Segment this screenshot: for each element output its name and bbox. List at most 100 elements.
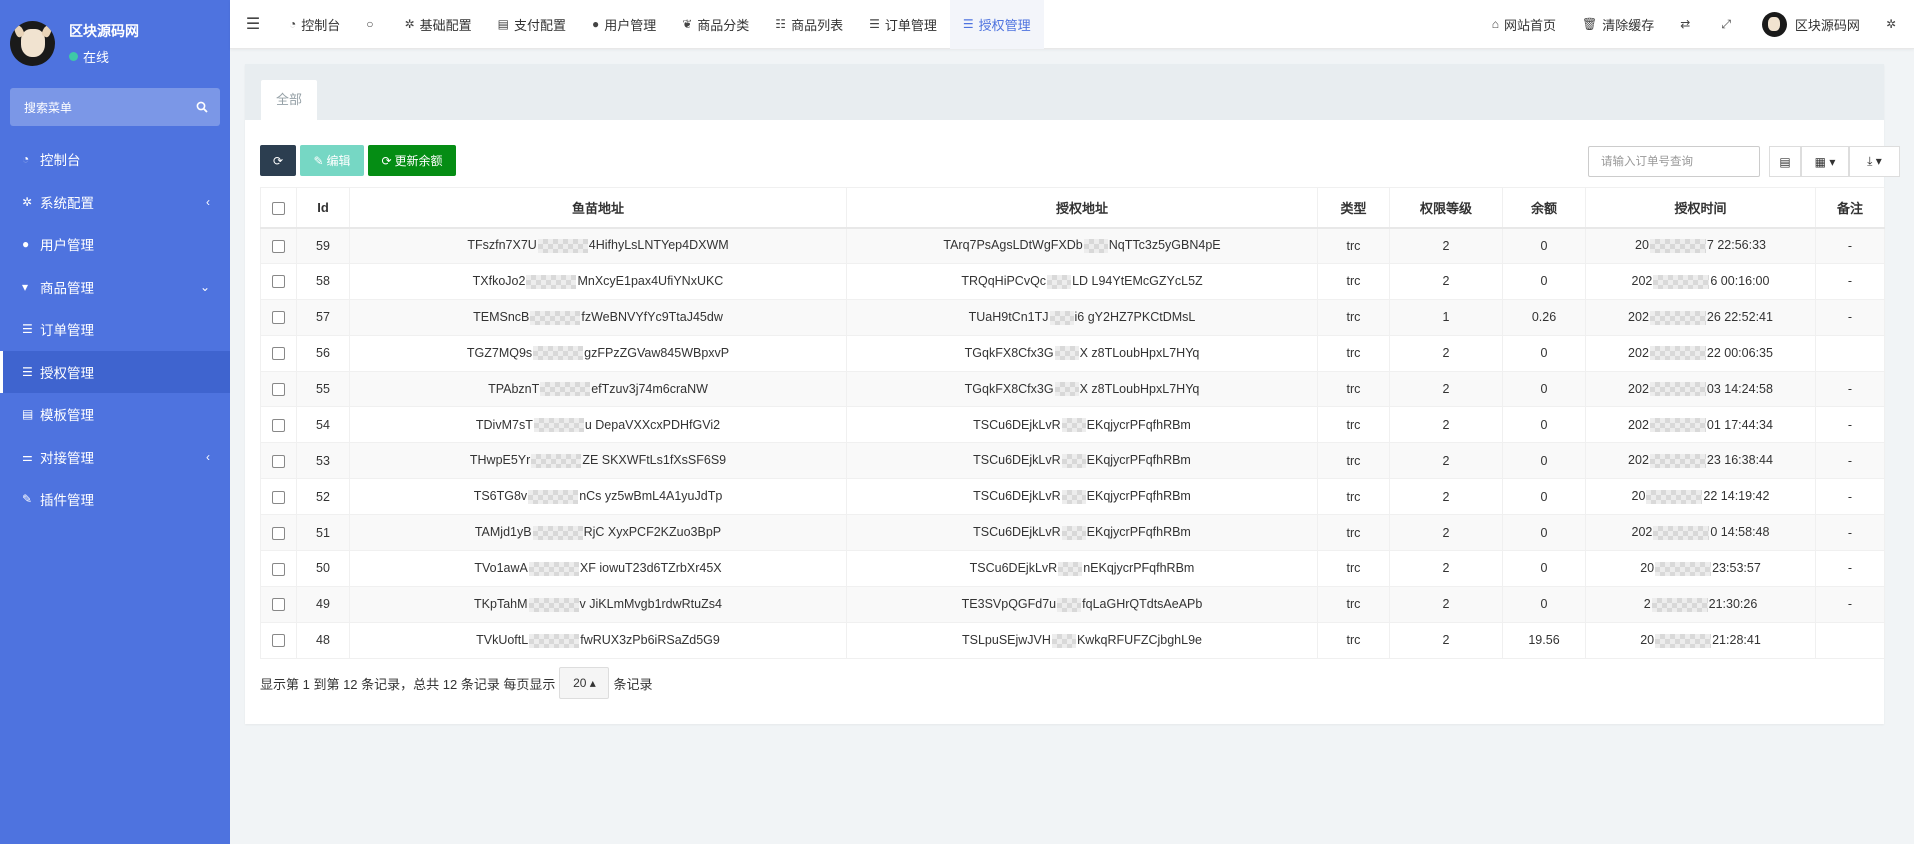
table-row[interactable]: 49 TKpTahM v JiKLmMvgb1rdwRtuZs4 TE3SVpQGFd… xyxy=(260,585,1885,623)
tab-payment-config[interactable]: ▤ 支付配置 xyxy=(485,0,579,49)
auth-address-start: TArq7PsAgsLDtWgFXDb xyxy=(943,238,1083,253)
table-row[interactable]: 58 TXfkoJo2 MnXcyE1pax4UfiYNxUKC TRQqHiPCvQ… xyxy=(260,262,1885,300)
column-header-balance[interactable]: 余额 xyxy=(1502,187,1586,229)
cell-note: - xyxy=(1815,514,1885,552)
list-icon: ☰ xyxy=(22,364,33,379)
table-row[interactable]: 53 THwpE5Yr ZE SKXWFtLs1fXsSF6S9 TSCu6DEjkL… xyxy=(260,442,1885,480)
tab-users[interactable]: ● 用户管理 xyxy=(579,0,669,49)
select-all-checkbox[interactable] xyxy=(272,201,285,215)
tab-authorization[interactable]: ☰ 授权管理 xyxy=(949,0,1044,49)
cell-id: 56 xyxy=(296,334,350,372)
redaction-mosaic xyxy=(1646,490,1703,505)
tab-dashboard[interactable]: ◔ 控制台 xyxy=(276,0,353,49)
menu-toggle-icon[interactable]: ☰ xyxy=(230,0,276,49)
circle-icon: ○ xyxy=(366,17,374,31)
cell-auth-address: TSCu6DEjkLvR EKqjycrPFqfhRBm xyxy=(846,514,1318,552)
column-header-type[interactable]: 类型 xyxy=(1317,187,1390,229)
sidebar-item-orders[interactable]: ☰ 订单管理 xyxy=(0,308,230,351)
row-checkbox[interactable] xyxy=(272,490,285,504)
user-menu[interactable]: 区块源码网 xyxy=(1749,0,1873,49)
page-size-dropdown[interactable]: 20 ▴ xyxy=(559,667,610,699)
table-row[interactable]: 48 TVkUoftL fwRUX3zPb6iRSaZd5G9 TSLpuSEjwJV… xyxy=(260,621,1885,659)
sidebar-item-dashboard[interactable]: ◔ 控制台 xyxy=(0,138,230,181)
column-header-id[interactable]: Id xyxy=(296,187,350,229)
tab-all[interactable]: 全部 xyxy=(261,80,318,120)
clear-cache-button[interactable]: 🗑 清除缓存 xyxy=(1569,0,1667,49)
row-checkbox[interactable] xyxy=(272,634,285,648)
cell-auth-time: 20 22 14:19:42 xyxy=(1585,478,1816,516)
table-row[interactable]: 54 TDivM7sT u DepaVXXcxPDHfGVi2 TSCu6DEjkLv… xyxy=(260,406,1885,444)
cell-level: 2 xyxy=(1389,262,1503,300)
dashboard-icon: ◔ xyxy=(289,17,297,31)
order-search-input[interactable] xyxy=(1588,146,1760,177)
redaction-mosaic xyxy=(528,561,579,576)
tab-basic-config[interactable]: ✲ 基础配置 xyxy=(392,0,485,49)
table-row[interactable]: 55 TPAbznT efTzuv3j74m6craNW TGqkFX8Cfx3G X … xyxy=(260,370,1885,408)
fish-address-end: 4HifhyLsLNTYep4DXWM xyxy=(588,238,729,253)
column-header-fish-address[interactable]: 鱼苗地址 xyxy=(349,187,847,229)
column-header-auth-address[interactable]: 授权地址 xyxy=(846,187,1318,229)
fullscreen-button[interactable]: ⤢ xyxy=(1708,0,1749,49)
avatar[interactable] xyxy=(10,20,55,66)
settings-button[interactable]: ✲ xyxy=(1873,0,1914,49)
cell-fish-address: TDivM7sT u DepaVXXcxPDHfGVi2 xyxy=(349,406,847,444)
tab-circle[interactable]: ○ xyxy=(353,0,391,49)
search-icon[interactable] xyxy=(196,101,208,113)
cell-fish-address: TEMSncB fzWeBNVYfYc9TtaJ45dw xyxy=(349,298,847,336)
row-checkbox[interactable] xyxy=(272,347,285,361)
update-balance-button[interactable]: ⟳ 更新余额 xyxy=(368,145,456,176)
sidebar-item-templates[interactable]: ▤ 模板管理 xyxy=(0,393,230,436)
cell-fish-address: TS6TG8v nCs yz5wBmL4A1yuJdTp xyxy=(349,478,847,516)
home-link[interactable]: ⌂ 网站首页 xyxy=(1479,0,1569,49)
pagination-summary: 显示第 1 到第 12 条记录，总共 12 条记录 每页显示 xyxy=(260,676,556,692)
column-header-note[interactable]: 备注 xyxy=(1815,187,1885,229)
auth-time-start: 202 xyxy=(1628,309,1649,324)
row-checkbox[interactable] xyxy=(272,562,285,576)
cell-level: 2 xyxy=(1389,370,1503,408)
table-row[interactable]: 59 TFszfn7X7U 4HifhyLsLNTYep4DXWM TArq7PsAg… xyxy=(260,227,1885,264)
tab-categories[interactable]: ❦ 商品分类 xyxy=(669,0,762,49)
auth-time-end: 01 17:44:34 xyxy=(1706,417,1773,432)
row-checkbox[interactable] xyxy=(272,454,285,468)
cell-auth-address: TE3SVpQGFd7u fqLaGHrQTdtsAeAPb xyxy=(846,585,1318,623)
refresh-button[interactable]: ⟳ xyxy=(260,145,296,176)
row-checkbox[interactable] xyxy=(272,526,285,540)
list-icon: ☰ xyxy=(962,17,974,31)
cell-note: - xyxy=(1815,478,1885,516)
table-row[interactable]: 56 TGZ7MQ9s gzFPzZGVaw845WBpxvP TGqkFX8Cfx3… xyxy=(260,334,1885,372)
table-row[interactable]: 51 TAMjd1yB RjC XyxPCF2KZuo3BpP TSCu6DEjkLv… xyxy=(260,514,1885,552)
row-checkbox[interactable] xyxy=(272,275,285,289)
sidebar-item-plugins[interactable]: ✎ 插件管理 xyxy=(0,478,230,521)
fish-address-start: TVo1awA xyxy=(474,561,528,576)
auth-time-start: 202 xyxy=(1628,417,1649,432)
table-row[interactable]: 50 TVo1awA XF iowuT23d6TZrbXr45X TSCu6DEjkL… xyxy=(260,550,1885,587)
column-header-level[interactable]: 权限等级 xyxy=(1389,187,1503,229)
auth-address-end: EKqjycrPFqfhRBm xyxy=(1086,453,1191,468)
table-row[interactable]: 52 TS6TG8v nCs yz5wBmL4A1yuJdTp TSCu6DEjkLv… xyxy=(260,478,1885,516)
sidebar-item-system-config[interactable]: ✲ 系统配置 ‹ xyxy=(0,181,230,224)
sidebar-item-authorization[interactable]: ☰ 授权管理 xyxy=(0,350,230,393)
chevron-left-icon: ‹ xyxy=(206,449,210,464)
row-checkbox[interactable] xyxy=(272,239,285,253)
sidebar-item-users[interactable]: ● 用户管理 xyxy=(0,223,230,266)
row-checkbox[interactable] xyxy=(272,383,285,397)
row-checkbox[interactable] xyxy=(272,598,285,612)
language-button[interactable]: ⇄ xyxy=(1667,0,1708,49)
fish-address-end: gzFPzZGVaw845WBpxvP xyxy=(584,345,730,360)
row-checkbox[interactable] xyxy=(272,311,285,325)
toggle-view-button[interactable]: ▤ xyxy=(1769,146,1801,177)
tab-products[interactable]: ☷ 商品列表 xyxy=(762,0,856,49)
auth-address-start: TGqkFX8Cfx3G xyxy=(964,345,1054,360)
tab-orders[interactable]: ☰ 订单管理 xyxy=(856,0,950,49)
row-checkbox[interactable] xyxy=(272,419,285,432)
sidebar-item-integration[interactable]: ⚌ 对接管理 ‹ xyxy=(0,436,230,479)
sidebar-search[interactable]: 搜索菜单 xyxy=(10,88,220,126)
column-header-auth-time[interactable]: 授权时间 xyxy=(1585,187,1816,229)
edit-button[interactable]: ✎ 编辑 xyxy=(300,145,364,176)
export-button[interactable]: ⤓ ▾ xyxy=(1849,146,1900,177)
sidebar-item-products[interactable]: ▾ 商品管理 ⌄ xyxy=(0,266,230,309)
fish-address-end: fzWeBNVYfYc9TtaJ45dw xyxy=(581,309,723,324)
table-row[interactable]: 57 TEMSncB fzWeBNVYfYc9TtaJ45dw TUaH9tCn1TJ… xyxy=(260,298,1885,336)
columns-button[interactable]: ▦ ▾ xyxy=(1801,146,1849,177)
cell-note xyxy=(1815,621,1885,659)
